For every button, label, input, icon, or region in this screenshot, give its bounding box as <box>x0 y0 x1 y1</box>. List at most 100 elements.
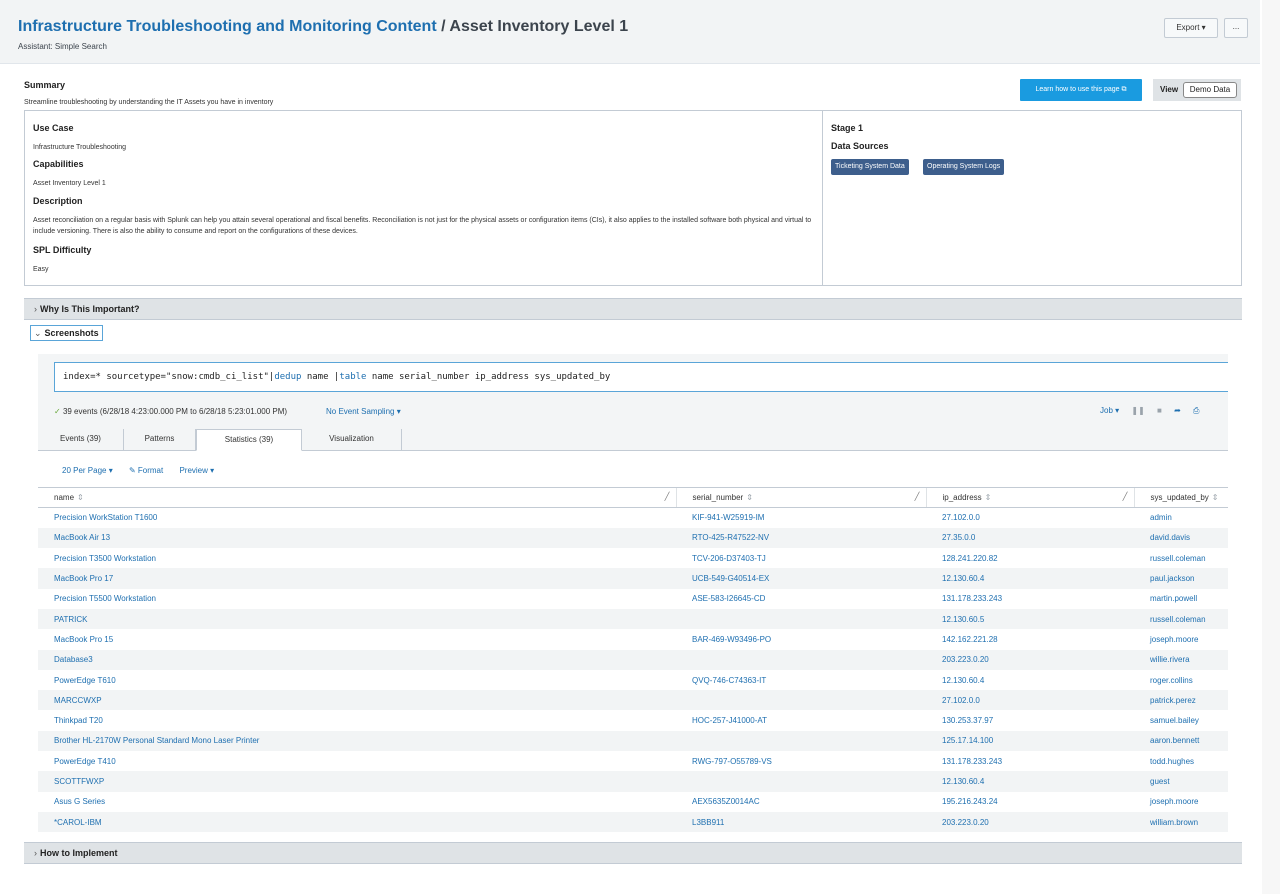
search-query-input[interactable]: index=* sourcetype="snow:cmdb_ci_list"|d… <box>54 362 1228 392</box>
cell-sys-updated-by[interactable]: samuel.bailey <box>1134 710 1228 730</box>
cell-serial-number[interactable]: RWG-797-O55789-VS <box>676 751 926 771</box>
share-icon[interactable]: ➦ <box>1174 406 1181 415</box>
print-icon[interactable]: ⎙ <box>1193 406 1199 415</box>
cell-ip-address[interactable]: 130.253.37.97 <box>926 710 1134 730</box>
cell-ip-address[interactable]: 128.241.220.82 <box>926 548 1134 568</box>
cell-ip-address[interactable]: 203.223.0.20 <box>926 811 1134 833</box>
cell-ip-address[interactable]: 142.162.221.28 <box>926 629 1134 649</box>
column-header-name[interactable]: name ⇕ ╱ <box>38 487 676 508</box>
cell-sys-updated-by[interactable]: roger.collins <box>1134 670 1228 690</box>
cell-name[interactable]: MARCCWXP <box>38 690 676 711</box>
column-header-serial-number[interactable]: serial_number ⇕ ╱ <box>675 487 926 508</box>
cell-serial-number[interactable]: L3BB911 <box>676 811 926 833</box>
cell-name[interactable]: PowerEdge T610 <box>38 670 676 690</box>
cell-name[interactable]: PowerEdge T410 <box>38 751 676 771</box>
cell-name[interactable]: Precision T3500 Workstation <box>38 548 676 568</box>
cell-ip-address[interactable]: 12.130.60.4 <box>926 568 1134 589</box>
sort-icon[interactable]: ⇕ <box>985 493 992 502</box>
cell-name[interactable]: Precision WorkStation T1600 <box>38 508 676 528</box>
cell-name[interactable]: Thinkpad T20 <box>38 710 676 730</box>
format-button[interactable]: ✎ Format <box>129 466 163 475</box>
cell-serial-number[interactable]: AEX5635Z0014AC <box>676 792 926 812</box>
cell-serial-number[interactable] <box>676 730 926 752</box>
export-button[interactable]: Export ▾ <box>1164 18 1218 38</box>
section-why-important[interactable]: › Why Is This Important? <box>24 298 1242 320</box>
per-page-dropdown[interactable]: 20 Per Page ▾ <box>62 466 113 475</box>
resize-icon[interactable]: ╱ <box>665 492 670 501</box>
cell-serial-number[interactable]: ASE-583-I26645-CD <box>676 589 926 609</box>
cell-ip-address[interactable]: 12.130.60.4 <box>926 670 1134 690</box>
cell-sys-updated-by[interactable]: paul.jackson <box>1134 568 1228 589</box>
cell-sys-updated-by[interactable]: martin.powell <box>1134 589 1228 609</box>
cell-ip-address[interactable]: 131.178.233.243 <box>926 589 1134 609</box>
cell-sys-updated-by[interactable]: russell.coleman <box>1134 608 1228 630</box>
cell-name[interactable]: MacBook Pro 17 <box>38 568 676 589</box>
cell-name[interactable]: MacBook Air 13 <box>38 527 676 549</box>
job-menu[interactable]: Job ▾ <box>1100 406 1119 415</box>
cell-name[interactable]: Database3 <box>38 649 676 670</box>
column-header-ip-address[interactable]: ip_address ⇕ ╱ <box>925 487 1134 508</box>
learn-how-button[interactable]: Learn how to use this page ⧉ <box>1020 79 1142 101</box>
cell-ip-address[interactable]: 12.130.60.5 <box>926 608 1134 630</box>
cell-serial-number[interactable] <box>676 771 926 792</box>
preview-dropdown[interactable]: Preview ▾ <box>179 466 214 475</box>
cell-sys-updated-by[interactable]: aaron.bennett <box>1134 730 1228 752</box>
cell-serial-number[interactable]: TCV-206-D37403-TJ <box>676 548 926 568</box>
tab-visualization[interactable]: Visualization <box>302 429 402 451</box>
cell-serial-number[interactable]: UCB-549-G40514-EX <box>676 568 926 589</box>
cell-ip-address[interactable]: 27.102.0.0 <box>926 690 1134 711</box>
sort-icon[interactable]: ⇕ <box>77 493 84 502</box>
app-title-link[interactable]: Infrastructure Troubleshooting and Monit… <box>18 18 437 35</box>
cell-name[interactable]: Asus G Series <box>38 792 676 812</box>
sort-icon[interactable]: ⇕ <box>1212 493 1219 502</box>
cell-name[interactable]: Brother HL-2170W Personal Standard Mono … <box>38 730 676 752</box>
data-source-tag-os-logs[interactable]: Operating System Logs <box>923 159 1005 175</box>
cell-sys-updated-by[interactable]: william.brown <box>1134 811 1228 833</box>
cell-sys-updated-by[interactable]: david.davis <box>1134 527 1228 549</box>
cell-serial-number[interactable] <box>676 690 926 711</box>
stop-icon[interactable]: ■ <box>1157 406 1162 415</box>
tab-events[interactable]: Events (39) <box>38 429 124 451</box>
cell-serial-number[interactable]: HOC-257-J41000-AT <box>676 710 926 730</box>
cell-ip-address[interactable]: 125.17.14.100 <box>926 730 1134 752</box>
cell-ip-address[interactable]: 203.223.0.20 <box>926 649 1134 670</box>
cell-name[interactable]: SCOTTFWXP <box>38 771 676 792</box>
cell-name[interactable]: MacBook Pro 15 <box>38 629 676 649</box>
pause-icon[interactable]: ❚❚ <box>1131 406 1144 415</box>
cell-serial-number[interactable] <box>676 608 926 630</box>
cell-sys-updated-by[interactable]: guest <box>1134 771 1228 792</box>
cell-serial-number[interactable]: BAR-469-W93496-PO <box>676 629 926 649</box>
cell-ip-address[interactable]: 131.178.233.243 <box>926 751 1134 771</box>
cell-ip-address[interactable]: 27.102.0.0 <box>926 508 1134 528</box>
section-how-to-implement[interactable]: › How to Implement <box>24 842 1242 864</box>
resize-icon[interactable]: ╱ <box>915 492 920 501</box>
cell-ip-address[interactable]: 12.130.60.4 <box>926 771 1134 792</box>
tab-statistics[interactable]: Statistics (39) <box>196 429 302 451</box>
sort-icon[interactable]: ⇕ <box>746 493 753 502</box>
cell-name[interactable]: *CAROL-IBM <box>38 811 676 833</box>
cell-sys-updated-by[interactable]: joseph.moore <box>1134 629 1228 649</box>
cell-ip-address[interactable]: 195.216.243.24 <box>926 792 1134 812</box>
cell-sys-updated-by[interactable]: todd.hughes <box>1134 751 1228 771</box>
tab-patterns[interactable]: Patterns <box>124 429 196 451</box>
cell-ip-address[interactable]: 27.35.0.0 <box>926 527 1134 549</box>
cell-name[interactable]: Precision T5500 Workstation <box>38 589 676 609</box>
cell-sys-updated-by[interactable]: willie.rivera <box>1134 649 1228 670</box>
cell-sys-updated-by[interactable]: russell.coleman <box>1134 548 1228 568</box>
cell-sys-updated-by[interactable]: admin <box>1134 508 1228 528</box>
cell-serial-number[interactable]: KIF-941-W25919-IM <box>676 508 926 528</box>
event-sampling-dropdown[interactable]: No Event Sampling ▾ <box>326 407 401 416</box>
cell-serial-number[interactable]: QVQ-746-C74363-IT <box>676 670 926 690</box>
cell-name[interactable]: PATRICK <box>38 608 676 630</box>
page-scrollbar[interactable] <box>1262 0 1280 894</box>
section-screenshots[interactable]: ⌄ Screenshots <box>30 325 103 341</box>
cell-serial-number[interactable] <box>676 649 926 670</box>
resize-icon[interactable]: ╱ <box>1123 492 1128 501</box>
more-actions-button[interactable]: ... <box>1224 18 1248 38</box>
cell-serial-number[interactable]: RTO-425-R47522-NV <box>676 527 926 549</box>
view-select[interactable]: Demo Data <box>1183 82 1237 98</box>
cell-sys-updated-by[interactable]: patrick.perez <box>1134 690 1228 711</box>
column-header-sys-updated-by[interactable]: sys_updated_by ⇕ <box>1133 487 1228 508</box>
cell-sys-updated-by[interactable]: joseph.moore <box>1134 792 1228 812</box>
data-source-tag-ticketing[interactable]: Ticketing System Data <box>831 159 909 175</box>
